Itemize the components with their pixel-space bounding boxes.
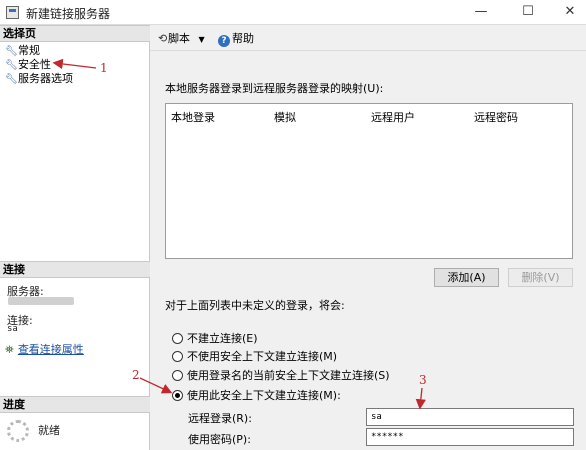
radio-label: 使用登录名的当前安全上下文建立连接(S) — [187, 369, 390, 382]
annotation-number: 2 — [132, 368, 140, 382]
column-header[interactable]: 远程用户 — [371, 109, 415, 125]
progress-spinner-icon — [7, 420, 29, 442]
maximize-button[interactable]: ☐ — [513, 2, 543, 22]
login-mapping-label: 本地服务器登录到远程服务器登录的映射(U): — [165, 82, 384, 95]
radio-connect-current-context[interactable]: 使用登录名的当前安全上下文建立连接(S) — [172, 369, 390, 383]
add-button[interactable]: 添加(A) — [434, 268, 499, 287]
help-icon: ? — [218, 35, 230, 47]
annotation-number: 3 — [419, 373, 427, 387]
wrench-icon: 🔧︎ — [5, 46, 18, 57]
radio-button[interactable] — [172, 370, 183, 381]
connection-value: sa — [7, 324, 18, 334]
radio-button[interactable] — [172, 333, 183, 344]
select-page-header: 选择页 — [0, 25, 150, 42]
remote-login-input[interactable]: sa — [366, 408, 574, 426]
radio-label: 使用此安全上下文建立连接(M): — [187, 389, 341, 402]
app-window-icon — [6, 6, 19, 19]
radio-connect-this-context[interactable]: 使用此安全上下文建立连接(M): — [172, 389, 341, 403]
radio-button[interactable] — [172, 351, 183, 362]
remote-login-label: 远程登录(R): — [188, 412, 252, 425]
connection-header: 连接 — [0, 261, 150, 278]
minimize-button[interactable]: — — [466, 2, 496, 22]
link-label: 查看连接属性 — [17, 343, 84, 356]
chevron-down-icon: ▼ — [198, 35, 205, 44]
column-header[interactable]: 远程密码 — [474, 109, 518, 125]
column-header[interactable]: 模拟 — [274, 109, 296, 125]
blurred-server-name — [8, 297, 74, 305]
page-item-general[interactable]: 🔧︎常规 — [5, 44, 40, 58]
script-label: 脚本 — [168, 32, 190, 45]
login-mapping-table[interactable]: 本地登录 模拟 远程用户 远程密码 — [165, 103, 573, 259]
undefined-logins-label: 对于上面列表中未定义的登录，将会: — [165, 299, 345, 312]
radio-label: 不使用安全上下文建立连接(M) — [187, 350, 338, 363]
column-header[interactable]: 本地登录 — [171, 109, 215, 125]
script-button[interactable]: ⟲脚本 ▼ — [158, 30, 205, 46]
close-button[interactable]: ✕ — [555, 2, 585, 22]
page-item-server-options[interactable]: 🔧︎服务器选项 — [5, 72, 73, 86]
progress-status: 就绪 — [38, 424, 60, 437]
annotation-number: 1 — [100, 61, 108, 75]
remove-button[interactable]: 删除(V) — [508, 268, 573, 287]
page-item-label: 安全性 — [18, 58, 51, 71]
connection-properties-icon: ⛯ — [5, 343, 14, 356]
password-input[interactable]: ****** — [366, 428, 574, 446]
title-bar: 新建链接服务器 — ☐ ✕ — [0, 0, 586, 25]
radio-connect-without-security[interactable]: 不使用安全上下文建立连接(M) — [172, 350, 337, 364]
wrench-icon: 🔧︎ — [5, 60, 18, 71]
script-icon: ⟲ — [158, 32, 168, 45]
wrench-icon: 🔧︎ — [5, 74, 18, 85]
password-label: 使用密码(P): — [188, 433, 251, 446]
view-connection-properties-link[interactable]: ⛯ 查看连接属性 — [5, 341, 84, 357]
page-item-security[interactable]: 🔧︎安全性 — [5, 58, 51, 72]
toolbar: ⟲脚本 ▼ ? 帮助 — [150, 25, 586, 51]
radio-label: 不建立连接(E) — [187, 332, 258, 345]
help-label: 帮助 — [232, 32, 254, 45]
progress-header: 进度 — [0, 396, 150, 413]
page-item-label: 常规 — [18, 44, 40, 57]
radio-no-connection[interactable]: 不建立连接(E) — [172, 332, 258, 346]
window-title: 新建链接服务器 — [26, 7, 111, 21]
left-panel: 选择页 🔧︎常规 🔧︎安全性 🔧︎服务器选项 连接 服务器: 连接: sa ⛯ 查… — [0, 25, 150, 450]
radio-button-checked[interactable] — [172, 390, 183, 401]
page-item-label: 服务器选项 — [18, 72, 73, 85]
help-button[interactable]: ? 帮助 — [218, 30, 254, 47]
